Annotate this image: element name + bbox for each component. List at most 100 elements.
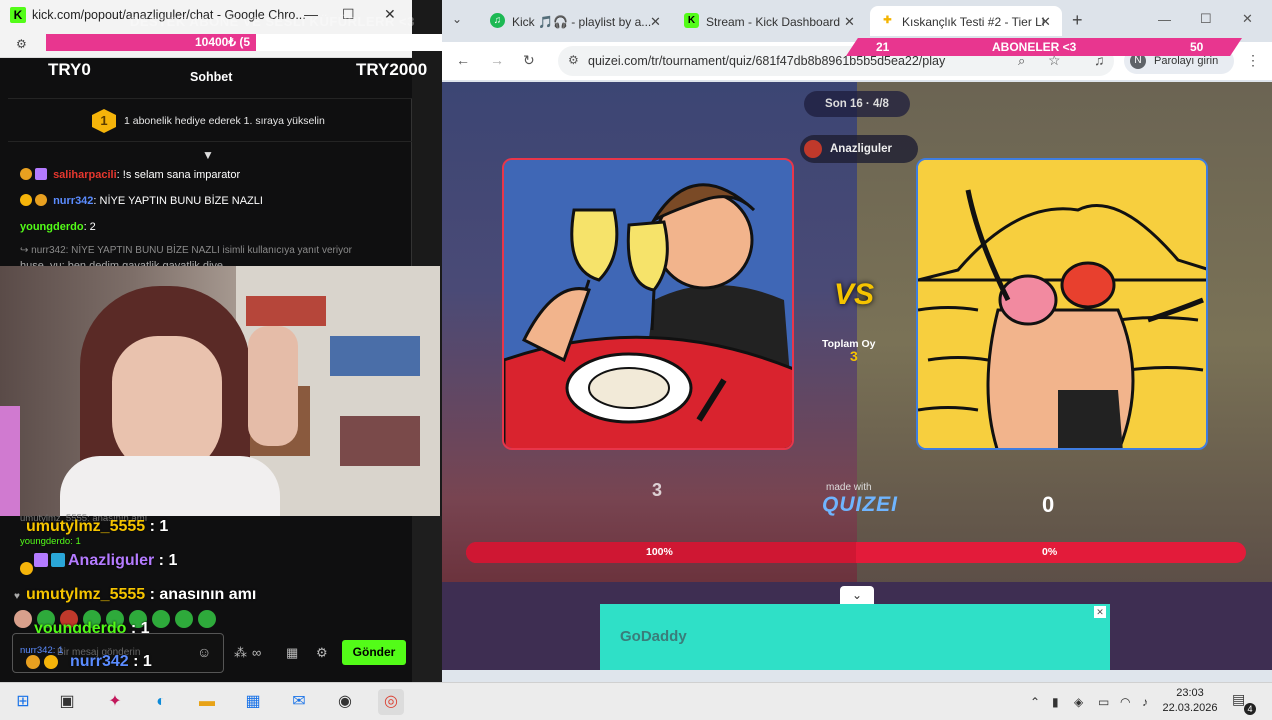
settings-icon[interactable]: ⚙ xyxy=(316,645,328,661)
chat-username[interactable]: nurr342 xyxy=(70,653,129,670)
new-tab-button[interactable]: + xyxy=(1072,10,1083,31)
emote-icon[interactable] xyxy=(175,610,193,628)
volume-icon[interactable]: ♪ xyxy=(1142,695,1148,709)
file-explorer-icon[interactable]: ▬ xyxy=(194,689,220,715)
link-icon[interactable]: ∞ xyxy=(252,645,261,660)
quiz-author[interactable]: Anazliguler xyxy=(800,135,918,163)
gifter-badge-icon xyxy=(44,655,58,669)
system-clock[interactable]: 23:03 22.03.2026 xyxy=(1160,686,1220,716)
streamer-hand xyxy=(248,326,298,446)
tray-expand-icon[interactable]: ⌃ xyxy=(1030,695,1040,709)
tab-kick-dashboard[interactable]: K Stream - Kick Dashboard ✕ xyxy=(674,6,864,36)
option-card-right[interactable] xyxy=(916,158,1208,450)
sub-goal-label: ABONELER <3 xyxy=(992,40,1077,54)
sub-badge-icon xyxy=(34,553,48,567)
menu-icon[interactable]: ⋮ xyxy=(1246,52,1260,69)
rank-badge-icon: 1 xyxy=(92,109,116,133)
streamer-shirt xyxy=(60,456,280,516)
made-with-label: made with xyxy=(826,482,872,493)
chat-message-large: nurr342 : 1 xyxy=(70,653,152,671)
sub-badge-icon xyxy=(35,168,47,180)
moderator-badge-icon xyxy=(51,553,65,567)
shelf-books xyxy=(330,336,420,376)
url-text: quizei.com/tr/tournament/quiz/681f47db8b… xyxy=(588,54,946,68)
tray-app-icon[interactable]: ▮ xyxy=(1052,695,1059,709)
tab-kick-playlist[interactable]: ♫ Kick 🎵🎧 - playlist by a... ✕ xyxy=(480,6,670,36)
clock-date: 22.03.2026 xyxy=(1162,702,1218,714)
gift-leaderboard-banner[interactable]: 1 1 abonelik hediye ederek 1. sıraya yük… xyxy=(8,98,412,142)
chat-text: : 1 xyxy=(154,552,178,569)
streamer-face xyxy=(112,336,222,476)
chat-message: saliharpacili: !s selam sana imparator xyxy=(20,168,240,181)
site-settings-icon[interactable]: ⚙ xyxy=(16,37,27,51)
clock-time: 23:03 xyxy=(1176,687,1204,699)
chat-username[interactable]: umutylmz_5555 xyxy=(26,518,145,535)
maximize-button[interactable]: ☐ xyxy=(1200,11,1212,27)
tab-close-icon[interactable]: ✕ xyxy=(1040,14,1051,30)
tab-close-icon[interactable]: ✕ xyxy=(650,14,661,30)
option-card-left[interactable] xyxy=(502,158,794,450)
tab-label: Kıskançlık Testi #2 - Tier Li xyxy=(902,15,1045,29)
back-icon[interactable]: ← xyxy=(456,52,470,68)
right-percent: 0% xyxy=(1042,546,1058,558)
kick-logo-icon: K xyxy=(10,7,26,23)
tab-label: Stream - Kick Dashboard xyxy=(706,15,841,29)
tab-quiz[interactable]: ✚ Kıskançlık Testi #2 - Tier Li ✕ xyxy=(870,6,1062,36)
chat-username[interactable]: saliharpacili xyxy=(53,169,117,181)
tray-app-icon[interactable]: ◈ xyxy=(1074,695,1083,709)
close-button[interactable]: ✕ xyxy=(1242,11,1253,27)
chat-message-small: nurr342: 1 xyxy=(20,645,64,656)
edge-icon[interactable]: ◐ xyxy=(148,689,174,715)
emote-icon[interactable] xyxy=(152,610,170,628)
badge-icon xyxy=(20,168,32,180)
battery-icon[interactable]: ▭ xyxy=(1098,695,1109,709)
chrome-icon[interactable]: ◎ xyxy=(378,689,404,715)
reload-icon[interactable]: ↻ xyxy=(523,52,535,69)
vote-progress-bar: 100% 0% xyxy=(466,542,1246,563)
minimize-button[interactable]: — xyxy=(1158,12,1171,27)
chat-username[interactable]: nurr342 xyxy=(53,195,93,207)
left-percent: 100% xyxy=(646,546,673,558)
quizei-icon: ✚ xyxy=(883,15,892,26)
overlay-ghost-text: DESTEK ABONE VE SESLİ KÜFÜRLERR <3 xyxy=(130,14,415,29)
task-view-icon[interactable]: ▣ xyxy=(54,689,80,715)
hype-icon[interactable]: ⁂ xyxy=(234,645,247,661)
site-info-icon[interactable]: ⚙ xyxy=(568,53,579,67)
donation-goal-track xyxy=(256,34,446,51)
chat-message: nurr342: NİYE YAPTIN BUNU BİZE NAZLI xyxy=(20,194,263,207)
send-button[interactable]: Gönder xyxy=(342,640,406,665)
chat-message-large: umutylmz_5555 : 1 xyxy=(26,518,168,536)
collapse-ad-button[interactable]: ⌄ xyxy=(840,586,874,604)
start-button-icon[interactable]: ⊞ xyxy=(10,689,36,715)
chat-username[interactable]: umutylmz_5555 xyxy=(26,586,145,603)
ad-close-icon[interactable]: ✕ xyxy=(1094,606,1106,618)
tab-strip: ⌄ ♫ Kick 🎵🎧 - playlist by a... ✕ K Strea… xyxy=(442,0,1272,42)
beach-couple-illustration xyxy=(918,160,1206,448)
notification-count: 4 xyxy=(1244,703,1256,715)
copilot-icon[interactable]: ✦ xyxy=(102,689,128,715)
pinned-messages-icon[interactable]: ▼ xyxy=(202,148,214,162)
tab-close-icon[interactable]: ✕ xyxy=(844,14,855,30)
quizei-logo[interactable]: QUIZEI xyxy=(822,493,898,517)
store-icon[interactable]: ▦ xyxy=(240,689,266,715)
chat-username[interactable]: youngderdo xyxy=(20,221,84,233)
notification-icon[interactable]: ▤ xyxy=(1232,691,1245,708)
author-avatar xyxy=(804,140,822,158)
mail-icon[interactable]: ✉ xyxy=(286,689,312,715)
donation-goal-bar: 10400₺ (5 xyxy=(46,34,256,51)
chat-username[interactable]: Anazliguler xyxy=(68,552,154,569)
chat-message: youngderdo: 2 xyxy=(20,221,96,233)
chat-title: Sohbet xyxy=(190,70,233,84)
ad-banner[interactable]: GoDaddy ✕ xyxy=(600,604,1110,670)
tab-search-icon[interactable]: ⌄ xyxy=(452,12,462,26)
chat-text: : 1 xyxy=(128,653,152,670)
wifi-icon[interactable]: ◠ xyxy=(1120,695,1130,709)
emoji-picker-icon[interactable]: ☺ xyxy=(197,644,211,660)
badge-icon xyxy=(35,194,47,206)
obs-icon[interactable]: ◉ xyxy=(332,689,358,715)
emote-icon[interactable] xyxy=(14,610,32,628)
emote-icon[interactable] xyxy=(198,610,216,628)
forward-icon[interactable]: → xyxy=(490,52,504,68)
quiz-page: Son 16 · 4/8 Anazliguler VS Toplam Oy 3 … xyxy=(442,82,1272,670)
gift-icon[interactable]: ▦ xyxy=(286,645,298,661)
